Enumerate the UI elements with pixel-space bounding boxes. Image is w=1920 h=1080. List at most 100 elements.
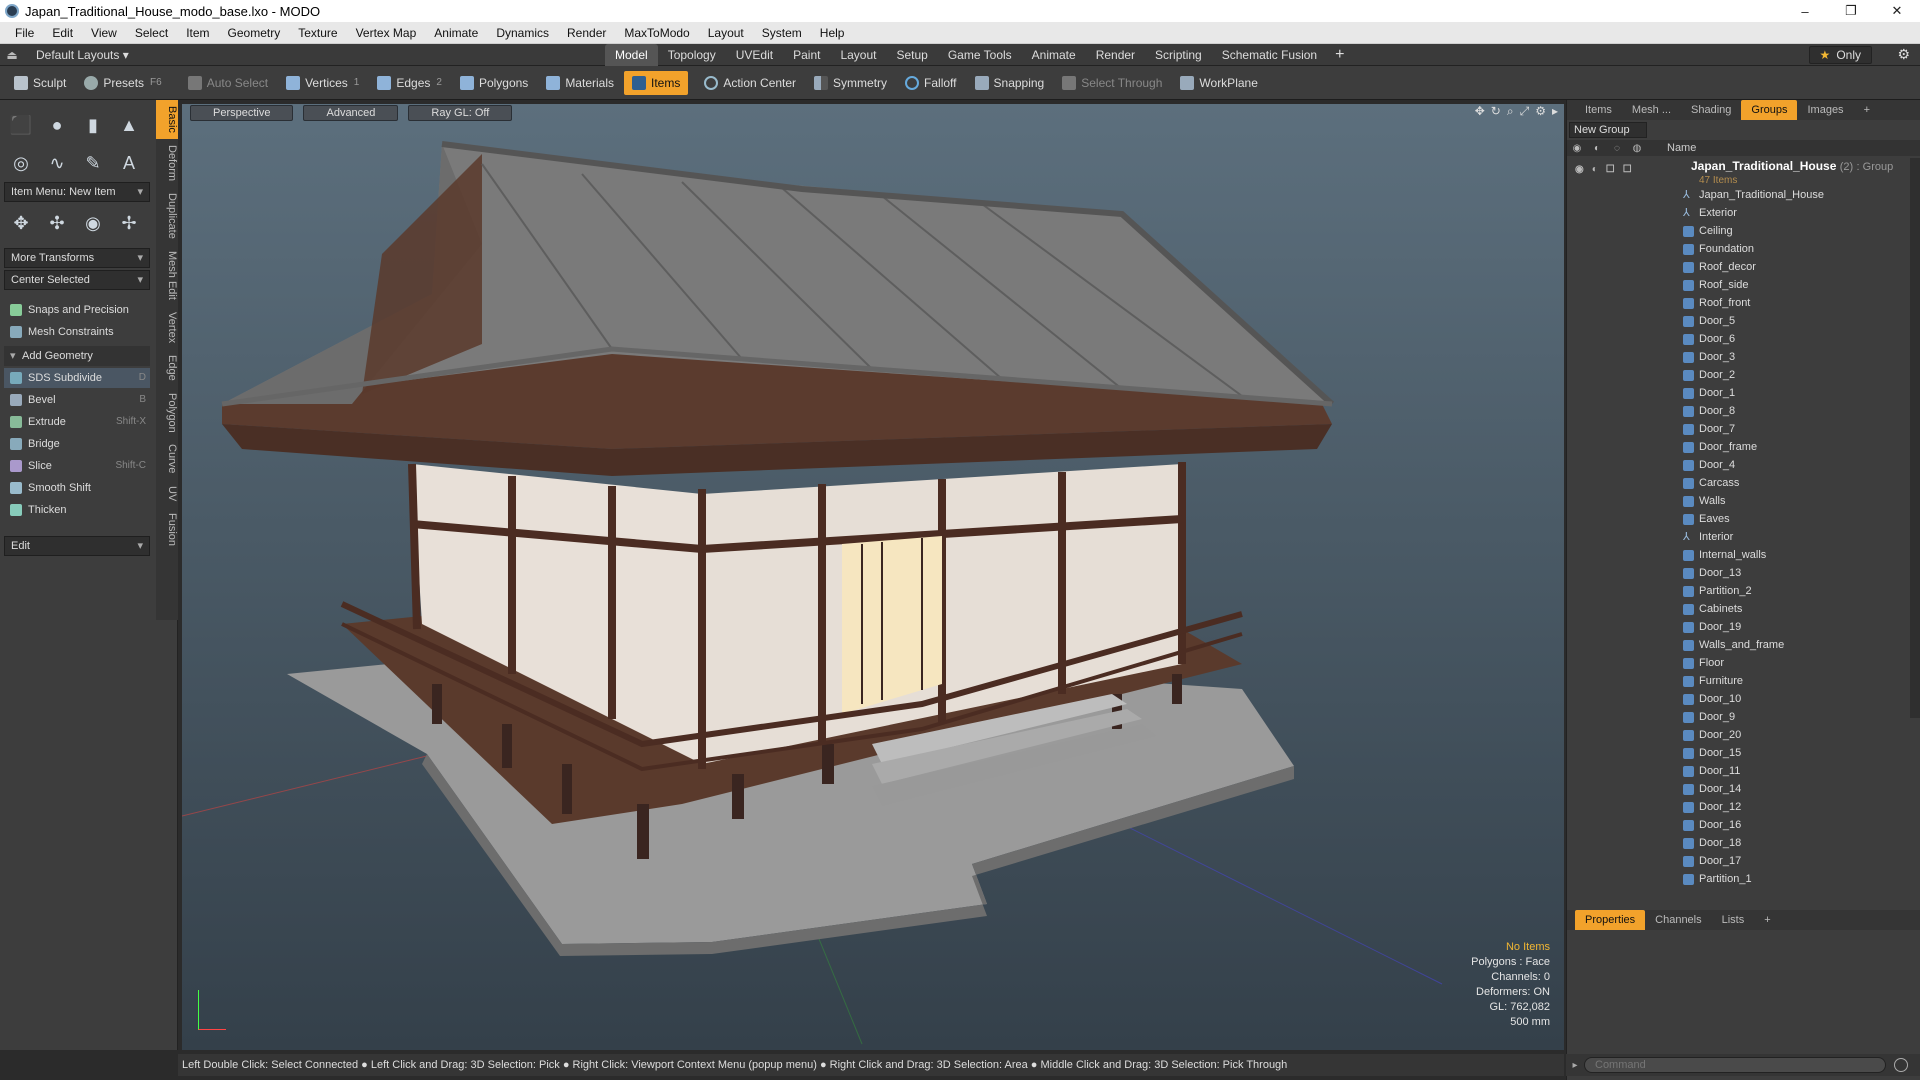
- group-item[interactable]: Door_2: [1567, 366, 1920, 384]
- advanced-button[interactable]: Advanced: [303, 105, 399, 121]
- add-layout-tab-button[interactable]: +: [1327, 44, 1352, 66]
- command-arrow-icon[interactable]: ▸: [1566, 1060, 1584, 1071]
- group-item[interactable]: Walls: [1567, 492, 1920, 510]
- add-geometry-header[interactable]: Add Geometry: [4, 346, 150, 366]
- command-input[interactable]: [1584, 1057, 1886, 1073]
- group-item[interactable]: Partition_2: [1567, 582, 1920, 600]
- group-item[interactable]: ⅄ Interior: [1567, 528, 1920, 546]
- panel-tab-mesh[interactable]: Mesh ...: [1622, 100, 1681, 120]
- bottom-tab-channels[interactable]: Channels: [1645, 910, 1711, 930]
- symmetry-button[interactable]: Symmetry: [806, 71, 895, 95]
- edges-button[interactable]: Edges 2: [369, 71, 450, 95]
- maximize-button[interactable]: ❐: [1828, 0, 1874, 22]
- center-selected-dropdown[interactable]: Center Selected: [4, 270, 150, 290]
- group-item[interactable]: ⅄ Japan_Traditional_House: [1567, 186, 1920, 204]
- cylinder-icon[interactable]: ▮: [78, 110, 108, 140]
- only-toggle[interactable]: ★ Only: [1808, 46, 1872, 64]
- raygl-button[interactable]: Ray GL: Off: [408, 105, 513, 121]
- sculpt-button[interactable]: Sculpt: [6, 71, 74, 95]
- stop-icon[interactable]: [1894, 1058, 1908, 1072]
- menu-dynamics[interactable]: Dynamics: [487, 26, 558, 40]
- group-item[interactable]: Door_3: [1567, 348, 1920, 366]
- group-item[interactable]: Carcass: [1567, 474, 1920, 492]
- 3d-viewport[interactable]: Perspective Advanced Ray GL: Off ✥ ↻ ⌕ ⤢…: [182, 104, 1564, 1050]
- bottom-tab-properties[interactable]: Properties: [1575, 910, 1646, 930]
- layout-home-icon[interactable]: ⏏: [0, 48, 24, 62]
- cube-icon[interactable]: ⬛: [6, 110, 36, 140]
- mesh-constraints-item[interactable]: Mesh Constraints: [4, 322, 150, 342]
- menu-edit[interactable]: Edit: [43, 26, 82, 40]
- tree-scrollbar[interactable]: [1910, 158, 1920, 718]
- vtab-mesh-edit[interactable]: Mesh Edit: [156, 245, 178, 306]
- vtab-deform[interactable]: Deform: [156, 139, 178, 187]
- panel-tab-shading[interactable]: Shading: [1681, 100, 1741, 120]
- tool-bevel[interactable]: Bevel B: [4, 390, 150, 410]
- tool-smooth-shift[interactable]: Smooth Shift: [4, 478, 150, 498]
- tab-schematic-fusion[interactable]: Schematic Fusion: [1212, 44, 1327, 66]
- vtab-fusion[interactable]: Fusion: [156, 507, 178, 552]
- group-item[interactable]: Door_20: [1567, 726, 1920, 744]
- visible-eye-icon[interactable]: ◉: [1575, 162, 1584, 178]
- menu-help[interactable]: Help: [811, 26, 854, 40]
- group-item[interactable]: Door_5: [1567, 312, 1920, 330]
- group-item[interactable]: Cabinets: [1567, 600, 1920, 618]
- pen-icon[interactable]: ✎: [78, 148, 108, 178]
- group-item[interactable]: Door_7: [1567, 420, 1920, 438]
- group-item[interactable]: Door_15: [1567, 744, 1920, 762]
- new-group-button[interactable]: New Group: [1569, 122, 1647, 138]
- scale-icon[interactable]: ◉: [78, 208, 108, 238]
- group-item[interactable]: Ceiling: [1567, 222, 1920, 240]
- default-layouts-dropdown[interactable]: Default Layouts ▾: [24, 48, 135, 62]
- add-panel-tab-button[interactable]: +: [1854, 100, 1880, 120]
- group-item[interactable]: Walls_and_frame: [1567, 636, 1920, 654]
- tab-uvedit[interactable]: UVEdit: [726, 44, 783, 66]
- pan-icon[interactable]: ✥: [1475, 104, 1485, 122]
- menu-render[interactable]: Render: [558, 26, 615, 40]
- items-button[interactable]: Items: [624, 70, 689, 95]
- group-item[interactable]: ⅄ Exterior: [1567, 204, 1920, 222]
- panel-tab-groups[interactable]: Groups: [1741, 100, 1798, 120]
- close-button[interactable]: ✕: [1874, 0, 1920, 22]
- group-root-row[interactable]: ◉ ◐ ☐ ☐ Japan_Traditional_House (2) : Group…: [1567, 158, 1920, 186]
- viewport-menu-icon[interactable]: ▸: [1552, 104, 1558, 122]
- torus-icon[interactable]: ◎: [6, 148, 36, 178]
- snapping-button[interactable]: Snapping: [967, 71, 1053, 95]
- falloff-button[interactable]: Falloff: [897, 71, 964, 95]
- render-toggle-icon[interactable]: ◐: [1592, 162, 1598, 178]
- group-item[interactable]: Eaves: [1567, 510, 1920, 528]
- group-item[interactable]: Door_13: [1567, 564, 1920, 582]
- add-bottom-tab-button[interactable]: +: [1754, 910, 1780, 930]
- snaps-precision-item[interactable]: Snaps and Precision: [4, 300, 150, 320]
- vertices-button[interactable]: Vertices 1: [278, 71, 367, 95]
- move-icon[interactable]: ✥: [6, 208, 36, 238]
- edit-dropdown[interactable]: Edit: [4, 536, 150, 556]
- vtab-uv[interactable]: UV: [156, 480, 178, 507]
- group-item[interactable]: Door_frame: [1567, 438, 1920, 456]
- tab-paint[interactable]: Paint: [783, 44, 830, 66]
- menu-file[interactable]: File: [6, 26, 43, 40]
- group-item[interactable]: Door_1: [1567, 384, 1920, 402]
- minimize-button[interactable]: –: [1782, 0, 1828, 22]
- cone-icon[interactable]: ▲: [114, 110, 144, 140]
- menu-layout[interactable]: Layout: [699, 26, 753, 40]
- auto-select-button[interactable]: Auto Select: [180, 71, 276, 95]
- rotate-icon[interactable]: ✣: [42, 208, 72, 238]
- eye-column-icon[interactable]: ◉: [1567, 143, 1587, 154]
- tool-slice[interactable]: Slice Shift-C: [4, 456, 150, 476]
- item-menu-dropdown[interactable]: Item Menu: New Item: [4, 182, 150, 202]
- group-item[interactable]: Door_11: [1567, 762, 1920, 780]
- viewport-gear-icon[interactable]: ⚙: [1535, 104, 1546, 122]
- tool-extrude[interactable]: Extrude Shift-X: [4, 412, 150, 432]
- vtab-polygon[interactable]: Polygon: [156, 387, 178, 439]
- tool-thicken[interactable]: Thicken: [4, 500, 150, 520]
- group-item[interactable]: Door_17: [1567, 852, 1920, 870]
- group-item[interactable]: Door_6: [1567, 330, 1920, 348]
- presets-button[interactable]: Presets F6: [76, 71, 169, 95]
- group-item[interactable]: Partition_1: [1567, 870, 1920, 888]
- panel-tab-items[interactable]: Items: [1575, 100, 1622, 120]
- select-through-button[interactable]: Select Through: [1054, 71, 1170, 95]
- tab-setup[interactable]: Setup: [886, 44, 937, 66]
- tab-layout[interactable]: Layout: [830, 44, 886, 66]
- group-item[interactable]: Roof_front: [1567, 294, 1920, 312]
- group-item[interactable]: Roof_side: [1567, 276, 1920, 294]
